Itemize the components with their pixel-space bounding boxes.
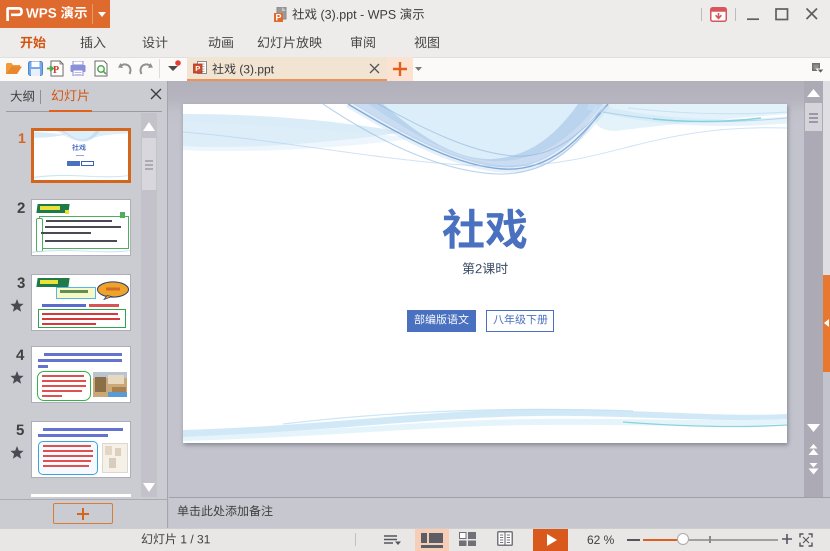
- svg-text:P: P: [195, 64, 200, 73]
- svg-text:P: P: [53, 65, 59, 76]
- svg-text:P: P: [275, 13, 281, 23]
